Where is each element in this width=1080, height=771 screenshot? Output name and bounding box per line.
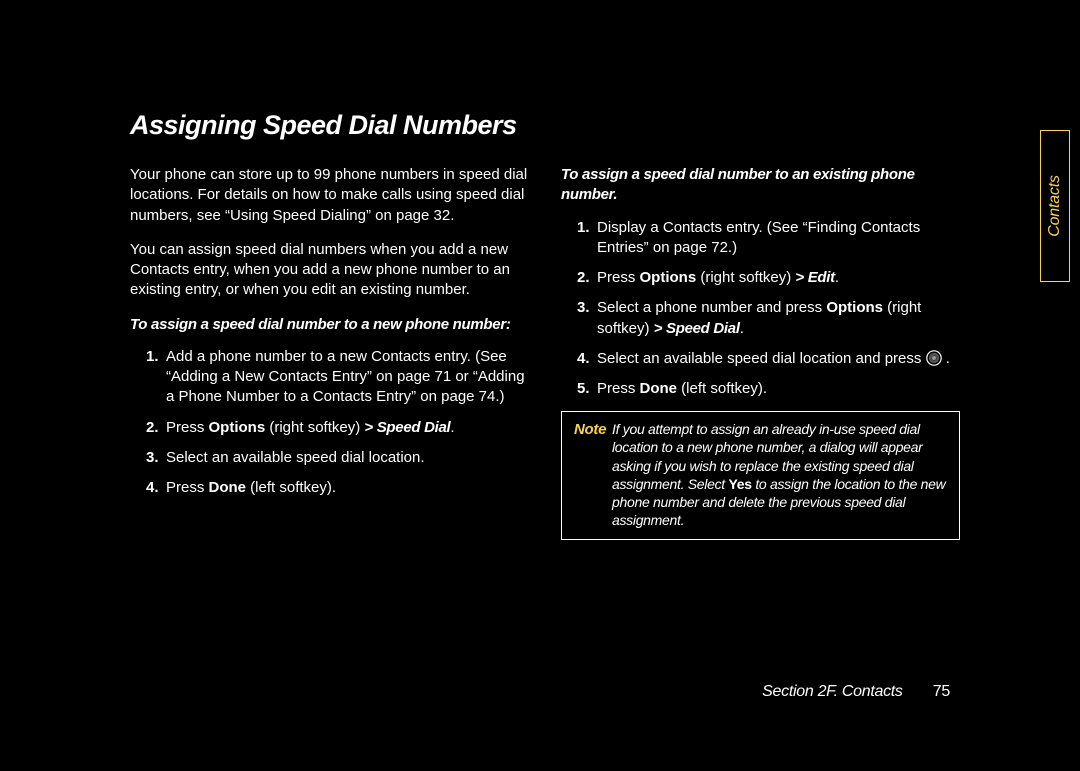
list-number: 4.	[577, 349, 597, 369]
note-box: Note If you attempt to assign an already…	[561, 411, 960, 540]
columns: Your phone can store up to 99 phone numb…	[130, 165, 960, 540]
page-footer: Section 2F. Contacts 75	[762, 683, 950, 701]
paragraph: Your phone can store up to 99 phone numb…	[130, 165, 529, 226]
list-item: 2. Press Options (right softkey) > Edit.	[561, 268, 960, 288]
list-item: 5. Press Done (left softkey).	[561, 379, 960, 399]
list-number: 5.	[577, 379, 597, 399]
list-item: 1. Display a Contacts entry. (See “Findi…	[561, 218, 960, 259]
list-text: Select an available speed dial location …	[597, 349, 960, 369]
list-item: 2. Press Options (right softkey) > Speed…	[130, 418, 529, 438]
list-item: 1. Add a phone number to a new Contacts …	[130, 347, 529, 408]
paragraph: You can assign speed dial numbers when y…	[130, 240, 529, 301]
list-item: 3. Select an available speed dial locati…	[130, 448, 529, 468]
list-number: 2.	[146, 418, 166, 438]
note-text: If you attempt to assign an already in-u…	[612, 412, 959, 539]
list-text: Display a Contacts entry. (See “Finding …	[597, 218, 960, 259]
list-text: Select a phone number and press Options …	[597, 298, 960, 339]
center-key-icon	[926, 350, 942, 366]
list-item: 4. Select an available speed dial locati…	[561, 349, 960, 369]
list-number: 2.	[577, 268, 597, 288]
list-number: 4.	[146, 478, 166, 498]
page-number: 75	[933, 683, 950, 700]
list-text: Press Options (right softkey) > Edit.	[597, 268, 960, 288]
list-number: 3.	[577, 298, 597, 339]
left-column: Your phone can store up to 99 phone numb…	[130, 165, 529, 540]
list-text: Press Done (left softkey).	[597, 379, 960, 399]
note-label: Note	[562, 412, 612, 539]
subheading: To assign a speed dial number to a new p…	[130, 315, 529, 335]
footer-section: Section 2F. Contacts	[762, 683, 902, 700]
right-column: To assign a speed dial number to an exis…	[561, 165, 960, 540]
subheading: To assign a speed dial number to an exis…	[561, 165, 960, 206]
page-heading: Assigning Speed Dial Numbers	[130, 110, 960, 141]
list-number: 1.	[577, 218, 597, 259]
list-item: 4. Press Done (left softkey).	[130, 478, 529, 498]
manual-page: Assigning Speed Dial Numbers Your phone …	[130, 110, 960, 690]
list-number: 1.	[146, 347, 166, 408]
side-tab-label: Contacts	[1046, 175, 1064, 237]
list-text: Select an available speed dial location.	[166, 448, 529, 468]
list-item: 3. Select a phone number and press Optio…	[561, 298, 960, 339]
list-text: Add a phone number to a new Contacts ent…	[166, 347, 529, 408]
list-text: Press Done (left softkey).	[166, 478, 529, 498]
section-side-tab: Contacts	[1040, 130, 1070, 282]
list-text: Press Options (right softkey) > Speed Di…	[166, 418, 529, 438]
list-number: 3.	[146, 448, 166, 468]
